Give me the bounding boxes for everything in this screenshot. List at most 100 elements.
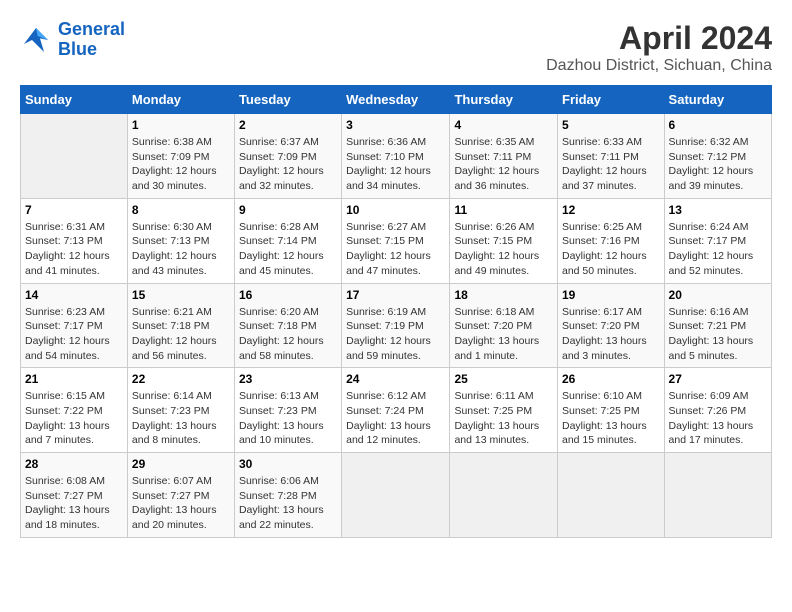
day-number: 5 [562,118,660,132]
calendar-header-row: Sunday Monday Tuesday Wednesday Thursday… [21,86,772,114]
logo: General Blue [20,20,125,60]
day-number: 26 [562,372,660,386]
table-cell [664,453,771,538]
table-cell: 4 Sunrise: 6:35 AM Sunset: 7:11 PM Daylig… [450,114,558,199]
table-cell: 22 Sunrise: 6:14 AM Sunset: 7:23 PM Dayli… [127,368,234,453]
day-content: Sunrise: 6:28 AM Sunset: 7:14 PM Dayligh… [239,220,337,279]
day-content: Sunrise: 6:16 AM Sunset: 7:21 PM Dayligh… [669,305,767,364]
table-cell: 2 Sunrise: 6:37 AM Sunset: 7:09 PM Daylig… [234,114,341,199]
calendar-row-3: 14 Sunrise: 6:23 AM Sunset: 7:17 PM Dayli… [21,283,772,368]
table-cell: 18Sunrise: 6:18 AM Sunset: 7:20 PM Dayli… [450,283,558,368]
day-content: Sunrise: 6:13 AM Sunset: 7:23 PM Dayligh… [239,389,337,448]
table-cell: 1 Sunrise: 6:38 AM Sunset: 7:09 PM Daylig… [127,114,234,199]
table-cell: 17 Sunrise: 6:19 AM Sunset: 7:19 PM Dayli… [342,283,450,368]
page-header: General Blue April 2024 Dazhou District,… [20,20,772,75]
table-cell: 21 Sunrise: 6:15 AM Sunset: 7:22 PM Dayli… [21,368,128,453]
day-content: Sunrise: 6:11 AM Sunset: 7:25 PM Dayligh… [454,389,553,448]
day-number: 12 [562,203,660,217]
table-cell: 19 Sunrise: 6:17 AM Sunset: 7:20 PM Dayli… [558,283,665,368]
logo-general: General [58,19,125,39]
day-content: Sunrise: 6:15 AM Sunset: 7:22 PM Dayligh… [25,389,123,448]
day-number: 2 [239,118,337,132]
day-number: 18 [454,288,553,302]
day-content: Sunrise: 6:07 AM Sunset: 7:27 PM Dayligh… [132,474,230,533]
table-cell: 29 Sunrise: 6:07 AM Sunset: 7:27 PM Dayli… [127,453,234,538]
day-number: 1 [132,118,230,132]
table-cell: 6Sunrise: 6:32 AM Sunset: 7:12 PM Daylig… [664,114,771,199]
day-number: 24 [346,372,445,386]
day-number: 10 [346,203,445,217]
day-number: 8 [132,203,230,217]
table-cell: 5 Sunrise: 6:33 AM Sunset: 7:11 PM Daylig… [558,114,665,199]
day-number: 4 [454,118,553,132]
day-content: Sunrise: 6:25 AM Sunset: 7:16 PM Dayligh… [562,220,660,279]
title-block: April 2024 Dazhou District, Sichuan, Chi… [546,20,772,75]
day-content: Sunrise: 6:35 AM Sunset: 7:11 PM Dayligh… [454,135,553,194]
table-cell: 28Sunrise: 6:08 AM Sunset: 7:27 PM Dayli… [21,453,128,538]
day-number: 25 [454,372,553,386]
table-cell: 14 Sunrise: 6:23 AM Sunset: 7:17 PM Dayli… [21,283,128,368]
day-number: 14 [25,288,123,302]
day-content: Sunrise: 6:37 AM Sunset: 7:09 PM Dayligh… [239,135,337,194]
calendar-row-5: 28Sunrise: 6:08 AM Sunset: 7:27 PM Dayli… [21,453,772,538]
table-cell: 9 Sunrise: 6:28 AM Sunset: 7:14 PM Daylig… [234,198,341,283]
day-content: Sunrise: 6:21 AM Sunset: 7:18 PM Dayligh… [132,305,230,364]
day-number: 11 [454,203,553,217]
table-cell: 7 Sunrise: 6:31 AM Sunset: 7:13 PM Daylig… [21,198,128,283]
table-cell [342,453,450,538]
day-number: 3 [346,118,445,132]
table-cell: 8 Sunrise: 6:30 AM Sunset: 7:13 PM Daylig… [127,198,234,283]
day-content: Sunrise: 6:33 AM Sunset: 7:11 PM Dayligh… [562,135,660,194]
day-content: Sunrise: 6:27 AM Sunset: 7:15 PM Dayligh… [346,220,445,279]
day-content: Sunrise: 6:36 AM Sunset: 7:10 PM Dayligh… [346,135,445,194]
header-saturday: Saturday [664,86,771,114]
day-number: 21 [25,372,123,386]
main-title: April 2024 [546,20,772,57]
header-wednesday: Wednesday [342,86,450,114]
header-thursday: Thursday [450,86,558,114]
day-content: Sunrise: 6:30 AM Sunset: 7:13 PM Dayligh… [132,220,230,279]
day-content: Sunrise: 6:32 AM Sunset: 7:12 PM Dayligh… [669,135,767,194]
day-content: Sunrise: 6:23 AM Sunset: 7:17 PM Dayligh… [25,305,123,364]
day-content: Sunrise: 6:14 AM Sunset: 7:23 PM Dayligh… [132,389,230,448]
calendar-row-1: 1 Sunrise: 6:38 AM Sunset: 7:09 PM Daylig… [21,114,772,199]
day-number: 22 [132,372,230,386]
table-cell: 11 Sunrise: 6:26 AM Sunset: 7:15 PM Dayli… [450,198,558,283]
table-cell: 23 Sunrise: 6:13 AM Sunset: 7:23 PM Dayli… [234,368,341,453]
day-number: 16 [239,288,337,302]
day-content: Sunrise: 6:38 AM Sunset: 7:09 PM Dayligh… [132,135,230,194]
day-number: 27 [669,372,767,386]
table-cell: 13Sunrise: 6:24 AM Sunset: 7:17 PM Dayli… [664,198,771,283]
calendar-row-2: 7 Sunrise: 6:31 AM Sunset: 7:13 PM Daylig… [21,198,772,283]
day-number: 9 [239,203,337,217]
day-content: Sunrise: 6:12 AM Sunset: 7:24 PM Dayligh… [346,389,445,448]
day-number: 19 [562,288,660,302]
table-cell: 12 Sunrise: 6:25 AM Sunset: 7:16 PM Dayli… [558,198,665,283]
day-content: Sunrise: 6:20 AM Sunset: 7:18 PM Dayligh… [239,305,337,364]
day-content: Sunrise: 6:09 AM Sunset: 7:26 PM Dayligh… [669,389,767,448]
day-number: 28 [25,457,123,471]
calendar-table: Sunday Monday Tuesday Wednesday Thursday… [20,85,772,538]
day-number: 20 [669,288,767,302]
day-number: 23 [239,372,337,386]
table-cell: 27 Sunrise: 6:09 AM Sunset: 7:26 PM Dayli… [664,368,771,453]
day-content: Sunrise: 6:26 AM Sunset: 7:15 PM Dayligh… [454,220,553,279]
table-cell: 20 Sunrise: 6:16 AM Sunset: 7:21 PM Dayli… [664,283,771,368]
day-content: Sunrise: 6:17 AM Sunset: 7:20 PM Dayligh… [562,305,660,364]
table-cell: 30Sunrise: 6:06 AM Sunset: 7:28 PM Dayli… [234,453,341,538]
day-content: Sunrise: 6:19 AM Sunset: 7:19 PM Dayligh… [346,305,445,364]
day-number: 7 [25,203,123,217]
logo-icon [20,24,52,56]
day-number: 17 [346,288,445,302]
day-number: 30 [239,457,337,471]
table-cell: 15Sunrise: 6:21 AM Sunset: 7:18 PM Dayli… [127,283,234,368]
table-cell: 26 Sunrise: 6:10 AM Sunset: 7:25 PM Dayli… [558,368,665,453]
day-number: 13 [669,203,767,217]
day-number: 29 [132,457,230,471]
day-content: Sunrise: 6:10 AM Sunset: 7:25 PM Dayligh… [562,389,660,448]
table-cell [21,114,128,199]
table-cell: 10 Sunrise: 6:27 AM Sunset: 7:15 PM Dayli… [342,198,450,283]
day-content: Sunrise: 6:31 AM Sunset: 7:13 PM Dayligh… [25,220,123,279]
header-tuesday: Tuesday [234,86,341,114]
logo-blue: Blue [58,39,97,59]
